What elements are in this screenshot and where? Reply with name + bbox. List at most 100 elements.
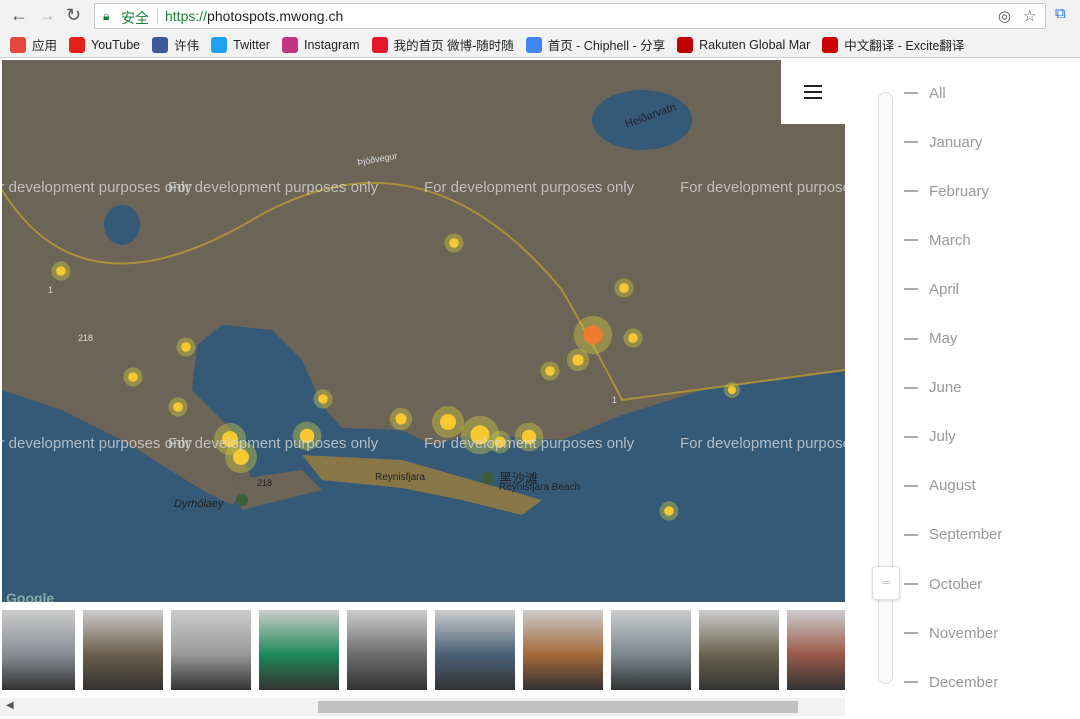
bookmark-item[interactable]: Instagram (281, 36, 360, 53)
bookmark-label: 中文翻译 - Excite翻译 (844, 39, 965, 53)
rakuten-icon (677, 36, 694, 53)
photo-thumbnail[interactable] (259, 610, 339, 690)
month-label: February (929, 182, 990, 200)
address-bar[interactable]: 🔒︎ 安全 https://photospots.mwong.ch ◎ ☆ (94, 3, 1046, 29)
month-label: September (929, 526, 1003, 544)
location-icon[interactable]: ◎ (998, 7, 1011, 25)
tick-mark (904, 337, 918, 340)
tick-mark (904, 681, 918, 684)
month-label: April (929, 280, 960, 298)
photo-thumbnail[interactable] (611, 610, 691, 690)
bookmark-item[interactable]: Rakuten Global Mar (677, 36, 810, 53)
weibo-icon (371, 36, 388, 53)
month-option[interactable]: October (904, 574, 982, 594)
heatmap-spot (128, 372, 138, 382)
tick-mark (904, 435, 918, 438)
excite-icon (822, 36, 839, 53)
month-option[interactable]: November (904, 623, 998, 643)
bookmark-label: 首页 - Chiphell - 分享 (547, 39, 666, 53)
road-number: 1 (612, 395, 618, 405)
heatmap-spot (395, 413, 407, 425)
month-option[interactable]: March (904, 230, 971, 250)
photo-thumbnail[interactable] (83, 610, 163, 690)
photo-thumbnail[interactable] (435, 610, 515, 690)
instagram-icon (281, 36, 298, 53)
month-option[interactable]: February (904, 181, 989, 201)
month-label: All (929, 84, 946, 102)
month-option[interactable]: April (904, 279, 959, 299)
tick-mark (904, 386, 918, 389)
photo-thumbnail[interactable] (699, 610, 779, 690)
tick-mark (904, 141, 918, 144)
month-option[interactable]: September (904, 525, 1002, 545)
photo-thumbnail[interactable] (787, 610, 845, 690)
tick-mark (904, 533, 918, 536)
watermark: For development purposes only (168, 435, 379, 452)
month-option[interactable]: August (904, 476, 976, 496)
photo-thumbnail[interactable] (171, 610, 251, 690)
photo-thumbnail[interactable] (2, 610, 75, 690)
bookmark-label: 应用 (32, 39, 58, 53)
bookmark-star-icon[interactable]: ☆ (1023, 7, 1036, 25)
heatmap-spot (449, 238, 459, 248)
photo-thumbnail[interactable] (523, 610, 603, 690)
back-icon[interactable]: ← (10, 5, 28, 26)
scrollbar-thumb[interactable] (318, 701, 798, 713)
heatmap-spot (728, 386, 736, 394)
heatmap-spot (583, 325, 603, 345)
poi-label[interactable]: Reynisfjara Beach (499, 482, 580, 493)
heatmap-spot (173, 402, 183, 412)
month-option[interactable]: June (904, 378, 962, 398)
bookmark-item[interactable]: Twitter (211, 36, 270, 53)
month-label: June (929, 379, 962, 397)
bookmark-label: YouTube (91, 37, 141, 52)
road-number: 218 (78, 333, 94, 343)
reload-icon[interactable]: ↻ (66, 5, 81, 26)
google-icon (525, 36, 542, 53)
heatmap-spot (440, 414, 456, 430)
extension-icon[interactable]: ⧉ (1055, 5, 1066, 22)
scroll-left-icon[interactable]: ◀ (6, 700, 14, 711)
map[interactable]: For development purposes only For develo… (2, 60, 845, 602)
month-option[interactable]: January (904, 132, 982, 152)
bookmark-item[interactable]: 首页 - Chiphell - 分享 (525, 35, 666, 54)
month-option[interactable]: All (904, 83, 946, 103)
watermark: For development purposes only (2, 179, 193, 196)
horizontal-scrollbar[interactable]: ◀ (0, 698, 845, 716)
tick-mark (904, 92, 918, 94)
month-slider-handle[interactable]: ═ (872, 566, 900, 600)
tick-mark (904, 288, 918, 291)
heatmap-spot (619, 283, 629, 293)
watermark: For development purposes only (168, 179, 379, 196)
month-option[interactable]: May (904, 329, 957, 349)
tick-mark (904, 632, 918, 635)
bookmark-item[interactable]: 中文翻译 - Excite翻译 (822, 35, 964, 54)
watermark: For development purposes only (2, 435, 193, 452)
map-canvas (2, 60, 845, 521)
watermark: For development purposes only (424, 179, 635, 196)
place-label: Dyrhólaey (174, 498, 224, 510)
month-label: March (929, 231, 971, 249)
heatmap-spot (628, 333, 638, 343)
bookmark-label: 我的首页 微博-随时随 (393, 39, 514, 53)
hamburger-icon (804, 85, 822, 99)
heatmap-spot (572, 354, 584, 366)
forward-icon[interactable]: → (38, 5, 56, 26)
month-label: November (929, 624, 999, 642)
road-number: 218 (257, 478, 273, 488)
bookmark-label: Twitter (233, 37, 270, 52)
bookmark-item[interactable]: 我的首页 微博-随时随 (371, 35, 514, 54)
bookmark-item[interactable]: YouTube (69, 36, 141, 53)
security-label: 安全 (121, 10, 149, 26)
photo-thumbnail[interactable] (347, 610, 427, 690)
month-option[interactable]: December (904, 672, 998, 692)
menu-button[interactable] (781, 60, 845, 124)
month-filter-panel: ═ All January February March April May June Jul… (845, 60, 1080, 719)
bookmark-item[interactable]: 应用 (10, 35, 57, 54)
bookmark-item[interactable]: 许伟 (152, 35, 199, 54)
month-label: December (929, 673, 999, 691)
heatmap-spot (181, 342, 191, 352)
month-option[interactable]: July (904, 427, 956, 447)
heatmap-spot (664, 506, 674, 516)
month-label: January (929, 133, 983, 151)
